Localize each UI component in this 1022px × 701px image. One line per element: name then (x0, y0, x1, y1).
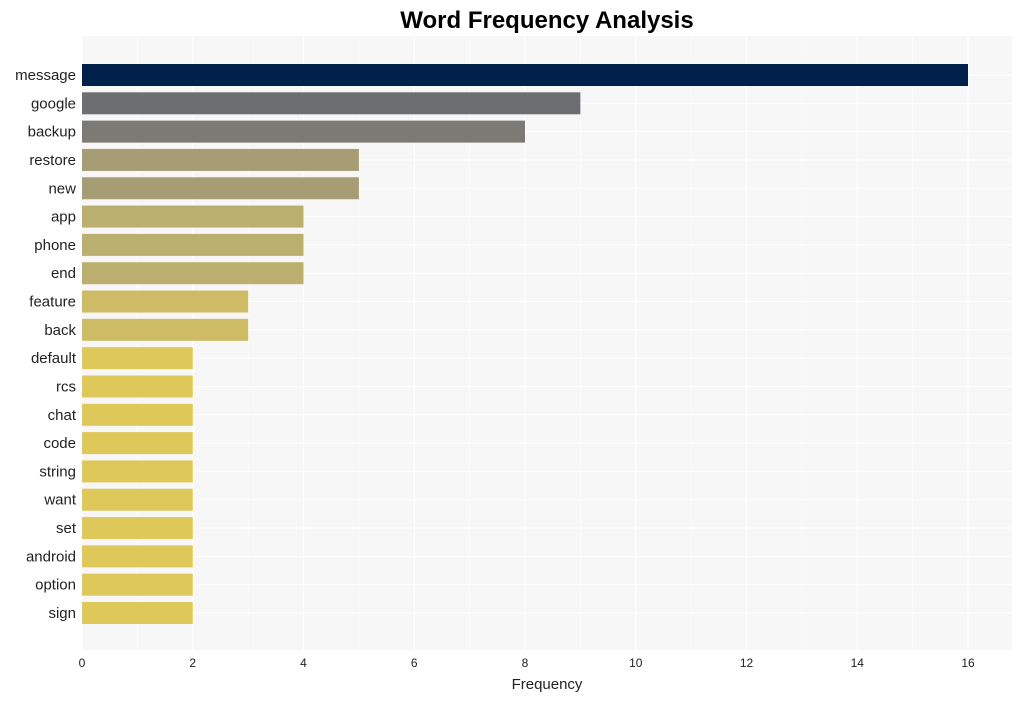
x-tick-label: 2 (189, 656, 196, 670)
category-label-message: message (15, 67, 76, 84)
bar-restore (82, 148, 359, 171)
bar-feature (82, 290, 249, 313)
category-label-sign: sign (48, 605, 76, 622)
bar-code (82, 432, 193, 455)
category-label-string: string (39, 463, 76, 480)
x-tick-label: 10 (629, 656, 643, 670)
x-tick-label: 4 (300, 656, 307, 670)
bar-message (82, 64, 968, 86)
category-label-android: android (26, 548, 76, 565)
category-label-default: default (31, 350, 77, 367)
bar-backup (82, 120, 525, 143)
x-axis-label: Frequency (512, 676, 583, 693)
category-label-app: app (51, 209, 76, 226)
category-label-backup: backup (28, 124, 76, 141)
word-frequency-chart: Word Frequency Analysis message google bac… (0, 0, 1022, 701)
bar-want (82, 488, 193, 511)
bar-android (82, 545, 193, 568)
category-label-want: want (43, 492, 77, 509)
bar-sign (82, 602, 193, 624)
category-label-restore: restore (29, 152, 76, 169)
category-label-code: code (43, 435, 76, 452)
bar-app (82, 205, 304, 228)
x-tick-label: 8 (522, 656, 529, 670)
category-label-option: option (35, 577, 76, 594)
bar-new (82, 177, 359, 200)
x-tick-label: 16 (961, 656, 975, 670)
category-label-set: set (56, 520, 77, 537)
bar-string (82, 460, 193, 483)
bar-set (82, 517, 193, 540)
bar-default (82, 347, 193, 370)
category-label-rcs: rcs (56, 378, 76, 395)
category-label-phone: phone (34, 237, 76, 254)
bar-chat (82, 403, 193, 426)
category-label-back: back (44, 322, 76, 339)
chart-title: Word Frequency Analysis (400, 7, 693, 34)
bar-option (82, 573, 193, 596)
bar-rcs (82, 375, 193, 398)
bar-google (82, 92, 581, 115)
category-label-end: end (51, 265, 76, 282)
x-tick-label: 0 (79, 656, 86, 670)
bar-phone (82, 233, 304, 256)
x-tick-label: 12 (740, 656, 754, 670)
category-label-google: google (31, 95, 76, 112)
category-label-chat: chat (48, 407, 77, 424)
category-label-new: new (48, 180, 76, 197)
x-tick-label: 6 (411, 656, 418, 670)
bar-back (82, 318, 249, 341)
category-label-feature: feature (29, 294, 76, 311)
x-tick-label: 14 (851, 656, 865, 670)
bar-end (82, 262, 304, 285)
